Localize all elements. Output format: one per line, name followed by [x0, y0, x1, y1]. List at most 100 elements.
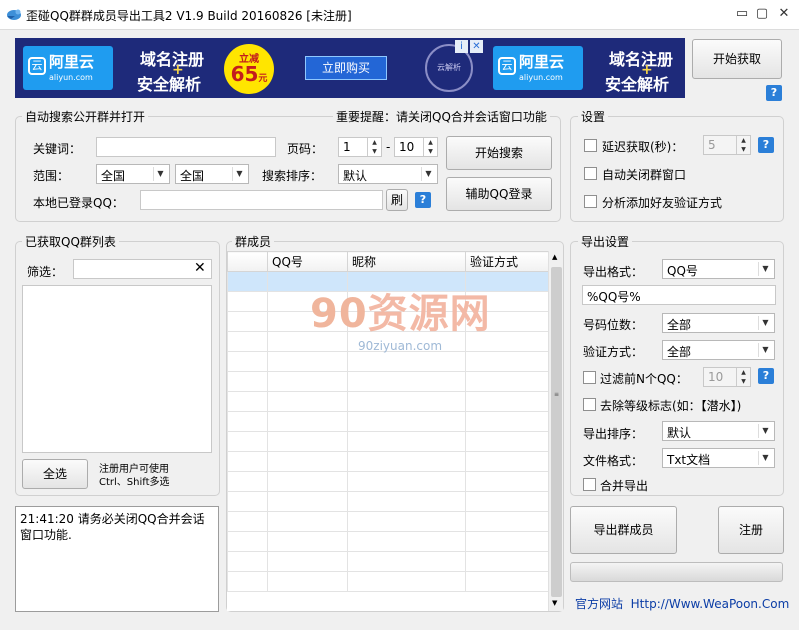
- verify-select[interactable]: 全部 ▼: [662, 340, 775, 360]
- table-cell: [227, 371, 268, 392]
- scroll-down-icon[interactable]: ▼: [552, 599, 557, 607]
- table-cell: [465, 371, 548, 392]
- filter-n-checkbox[interactable]: [583, 371, 596, 384]
- table-cell: [267, 391, 348, 412]
- app-bird-icon: [7, 9, 21, 20]
- table-row[interactable]: [227, 411, 548, 432]
- delay-checkbox[interactable]: [584, 139, 597, 152]
- spin-arrows-icon[interactable]: ▲ ▼: [367, 138, 381, 156]
- scroll-thumb[interactable]: ≡: [551, 267, 562, 597]
- filter-input[interactable]: [73, 259, 212, 279]
- table-row[interactable]: [227, 531, 548, 552]
- table-cell: [267, 451, 348, 472]
- search-sort-select[interactable]: 默认 ▼: [338, 164, 438, 184]
- ad-line2: 安全解析: [605, 75, 670, 94]
- column-header[interactable]: QQ号: [267, 251, 348, 272]
- table-cell: [227, 471, 268, 492]
- buy-now-button[interactable]: 立即购买: [305, 56, 387, 80]
- format-select[interactable]: QQ号 ▼: [662, 259, 775, 279]
- table-cell: [227, 311, 268, 332]
- table-row[interactable]: [227, 571, 548, 592]
- export-sort-select[interactable]: 默认 ▼: [662, 421, 775, 441]
- ad-banner-2[interactable]: 云 阿里云 aliyun.com 域名注册 + 安全解析: [485, 38, 685, 98]
- auto-close-checkbox[interactable]: [584, 167, 597, 180]
- table-row[interactable]: [227, 451, 548, 472]
- ad-close-icon[interactable]: ✕: [470, 40, 483, 53]
- file-format-label: 文件格式：: [583, 454, 644, 468]
- merge-export-checkbox[interactable]: [583, 478, 596, 491]
- table-cell: [465, 511, 548, 532]
- template-input[interactable]: %QQ号%: [582, 285, 776, 305]
- table-cell: [347, 491, 466, 512]
- table-row[interactable]: [227, 491, 548, 512]
- delay-spinner[interactable]: 5 ▲ ▼: [703, 135, 751, 155]
- keyword-label: 关键词：: [33, 142, 82, 156]
- table-row[interactable]: [227, 511, 548, 532]
- table-cell: [267, 491, 348, 512]
- members-table-area[interactable]: QQ号 昵称 验证方式 90资源网 90ziyuan.com: [227, 251, 548, 611]
- table-cell: [227, 551, 268, 572]
- format-label: 导出格式：: [583, 265, 644, 279]
- analyze-verify-checkbox[interactable]: [584, 195, 597, 208]
- filter-n-spinner[interactable]: 10 ▲ ▼: [703, 367, 751, 387]
- start-fetch-button[interactable]: 开始获取: [692, 39, 782, 79]
- table-row[interactable]: [227, 551, 548, 572]
- group-listbox[interactable]: [22, 285, 212, 453]
- local-qq-input[interactable]: [140, 190, 383, 210]
- remove-level-checkbox[interactable]: [583, 398, 596, 411]
- assist-qq-login-button[interactable]: 辅助QQ登录: [446, 177, 552, 211]
- table-cell: [347, 391, 466, 412]
- filter-label: 筛选：: [27, 265, 64, 279]
- discount-badge: 立减 65元: [224, 44, 274, 94]
- filter-n-label: 过滤前N个QQ：: [600, 372, 688, 386]
- register-button[interactable]: 注册: [718, 506, 784, 554]
- export-group-title: 导出设置: [578, 233, 633, 250]
- range-province-select[interactable]: 全国 ▼: [96, 164, 170, 184]
- page-to-spinner[interactable]: 10 ▲ ▼: [394, 137, 438, 157]
- members-scrollbar[interactable]: ▲ ≡ ▼: [548, 251, 563, 611]
- chevron-down-icon: ▼: [232, 167, 246, 181]
- range-city-select[interactable]: 全国 ▼: [175, 164, 249, 184]
- export-members-button[interactable]: 导出群成员: [570, 506, 677, 554]
- cloud-logo-icon: 云: [498, 57, 516, 75]
- table-cell: [267, 511, 348, 532]
- log-textbox[interactable]: 21:41:20 请务必关闭QQ合并会话窗口功能.: [15, 506, 219, 612]
- close-window-button[interactable]: ✕: [770, 4, 798, 24]
- clear-filter-icon[interactable]: ✕: [194, 260, 206, 276]
- table-cell: [347, 451, 466, 472]
- file-format-select[interactable]: Txt文档 ▼: [662, 448, 775, 468]
- spin-arrows-icon[interactable]: ▲ ▼: [736, 136, 750, 154]
- spin-arrows-icon[interactable]: ▲ ▼: [736, 368, 750, 386]
- table-cell: [347, 471, 466, 492]
- table-cell: [347, 351, 466, 372]
- help-icon[interactable]: ?: [758, 137, 774, 153]
- table-row[interactable]: [227, 471, 548, 492]
- table-row[interactable]: [227, 391, 548, 412]
- column-header[interactable]: [227, 251, 268, 272]
- spin-arrows-icon[interactable]: ▲ ▼: [423, 138, 437, 156]
- table-row[interactable]: [227, 371, 548, 392]
- help-icon[interactable]: ?: [758, 368, 774, 384]
- refresh-button[interactable]: 刷: [386, 189, 408, 211]
- local-qq-label: 本地已登录QQ：: [33, 196, 124, 210]
- column-header[interactable]: 昵称: [347, 251, 466, 272]
- chevron-down-icon: ▼: [758, 424, 772, 438]
- official-site-link[interactable]: 官方网站 Http://Www.WeaPoon.Com: [575, 595, 789, 612]
- table-cell: [347, 371, 466, 392]
- page-from-spinner[interactable]: 1 ▲ ▼: [338, 137, 382, 157]
- table-row[interactable]: [227, 431, 548, 452]
- digits-select[interactable]: 全部 ▼: [662, 313, 775, 333]
- help-icon[interactable]: ?: [415, 192, 431, 208]
- table-row[interactable]: [227, 351, 548, 372]
- window-title: 歪碰QQ群群成员导出工具2 V1.9 Build 20160826 [未注册]: [26, 9, 352, 23]
- column-header[interactable]: 验证方式: [465, 251, 548, 272]
- select-all-button[interactable]: 全选: [22, 459, 88, 489]
- ad-banner[interactable]: 云 阿里云 aliyun.com 域名注册 + 安全解析 立减 65元 立即购买…: [15, 38, 485, 98]
- help-icon[interactable]: ?: [766, 85, 782, 101]
- ad-info-icon[interactable]: i: [455, 40, 468, 53]
- keyword-input[interactable]: [96, 137, 276, 157]
- search-group-title: 自动搜索公开群并打开: [22, 108, 149, 125]
- table-cell: [347, 531, 466, 552]
- scroll-up-icon[interactable]: ▲: [552, 253, 557, 261]
- start-search-button[interactable]: 开始搜索: [446, 136, 552, 170]
